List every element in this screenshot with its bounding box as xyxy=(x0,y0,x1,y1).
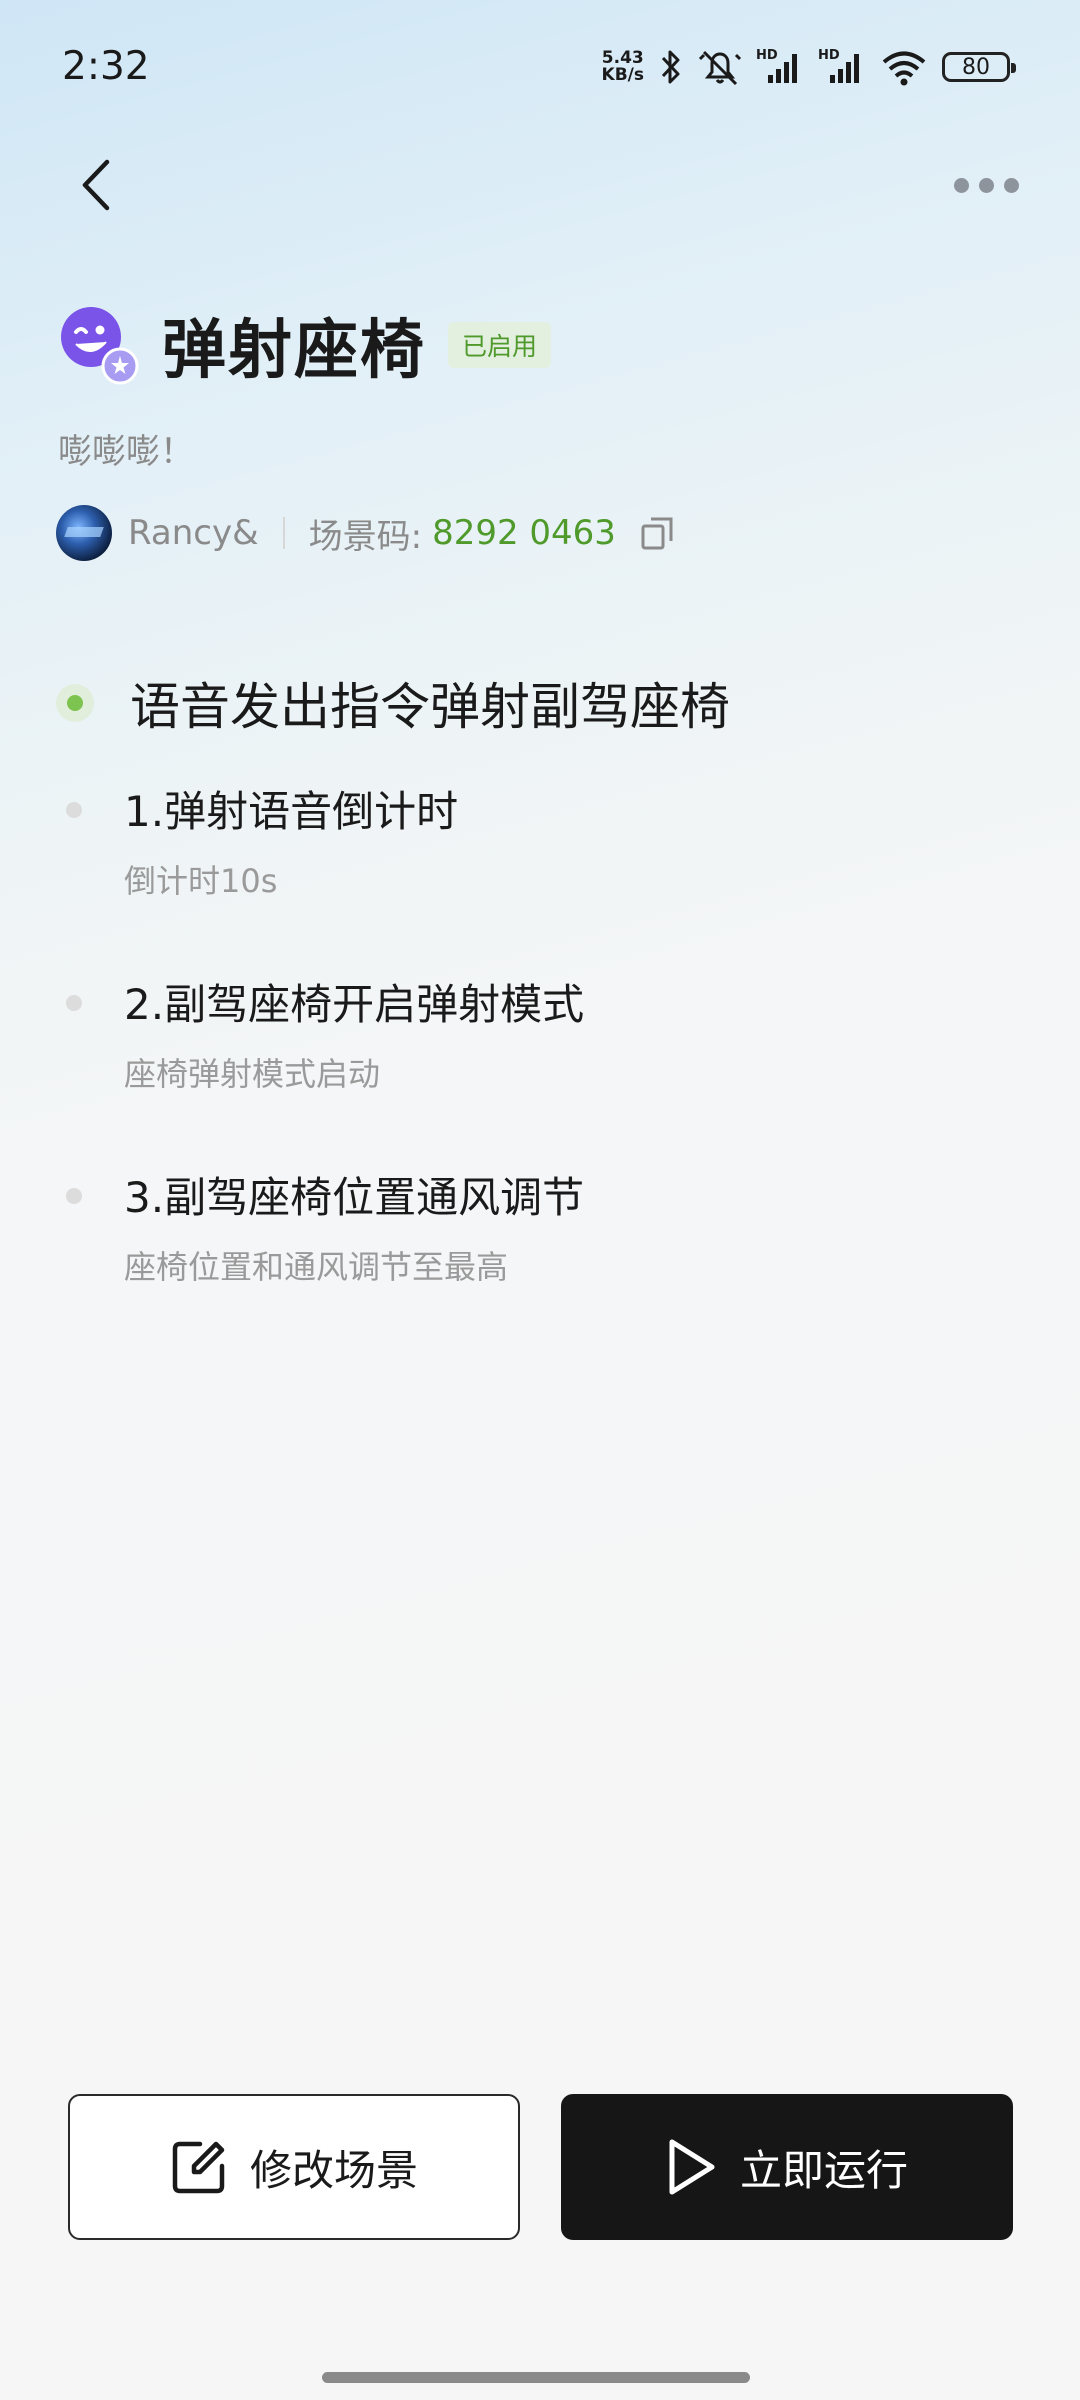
network-speed: 5.43 KB/s xyxy=(602,50,644,84)
signal-icon-2: HD xyxy=(818,48,859,83)
scene-emoji-icon xyxy=(58,304,140,386)
wifi-icon xyxy=(882,51,926,86)
mute-bell-icon xyxy=(698,50,742,86)
scene-description: 嘭嘭嘭！ xyxy=(58,432,194,472)
step-dot-icon xyxy=(66,1188,82,1204)
signal-hd-label: HD xyxy=(756,48,778,63)
battery-level: 80 xyxy=(962,54,990,80)
network-speed-unit: KB/s xyxy=(601,65,644,85)
run-now-label: 立即运行 xyxy=(739,2145,908,2195)
scene-code-value: 8292 0463 xyxy=(432,513,616,553)
trigger-dot-icon xyxy=(56,684,94,722)
step-dot-icon xyxy=(66,995,82,1011)
step-description: 倒计时10s xyxy=(124,862,278,900)
step-title: 2.副驾座椅开启弹射模式 xyxy=(124,980,585,1029)
bluetooth-icon xyxy=(661,50,680,84)
back-button[interactable] xyxy=(66,150,126,220)
step-title: 3.副驾座椅位置通风调节 xyxy=(124,1173,585,1222)
status-icons: 5.43 KB/s HD HD 80 xyxy=(602,46,1016,88)
run-now-button[interactable]: 立即运行 xyxy=(561,2094,1013,2240)
copy-icon xyxy=(641,517,673,550)
more-options-button[interactable] xyxy=(946,160,1026,210)
trigger-text: 语音发出指令弹射副驾座椅 xyxy=(130,678,730,736)
step-description: 座椅弹射模式启动 xyxy=(124,1055,381,1093)
step-description: 座椅位置和通风调节至最高 xyxy=(124,1248,509,1286)
avatar[interactable] xyxy=(56,505,112,561)
play-icon xyxy=(669,2139,715,2195)
copy-button[interactable] xyxy=(640,515,676,551)
battery-icon: 80 xyxy=(942,52,1016,82)
edit-scene-label: 修改场景 xyxy=(249,2145,418,2195)
signal-hd-label-2: HD xyxy=(818,48,840,63)
scene-header: 弹射座椅 已启用 xyxy=(58,300,552,390)
more-dots-icon xyxy=(953,177,969,193)
trigger-row: 语音发出指令弹射副驾座椅 xyxy=(56,668,730,738)
author-name[interactable]: Rancy& xyxy=(128,513,259,553)
chevron-left-icon xyxy=(82,159,110,211)
scene-code-label: 场景码: xyxy=(308,516,423,557)
status-bar: 2:32 5.43 KB/s HD HD 80 xyxy=(0,0,1080,140)
edit-icon xyxy=(172,2141,225,2194)
author-row: Rancy& 场景码: 8292 0463 xyxy=(56,504,676,562)
scene-title: 弹射座椅 xyxy=(162,314,426,388)
status-badge: 已启用 xyxy=(448,322,552,368)
signal-icon: HD xyxy=(756,48,797,83)
status-time: 2:32 xyxy=(62,44,150,89)
step-title: 1.弹射语音倒计时 xyxy=(124,787,459,836)
divider xyxy=(282,517,285,549)
edit-scene-button[interactable]: 修改场景 xyxy=(68,2094,520,2240)
step-dot-icon xyxy=(66,802,82,818)
home-indicator[interactable] xyxy=(322,2372,750,2383)
